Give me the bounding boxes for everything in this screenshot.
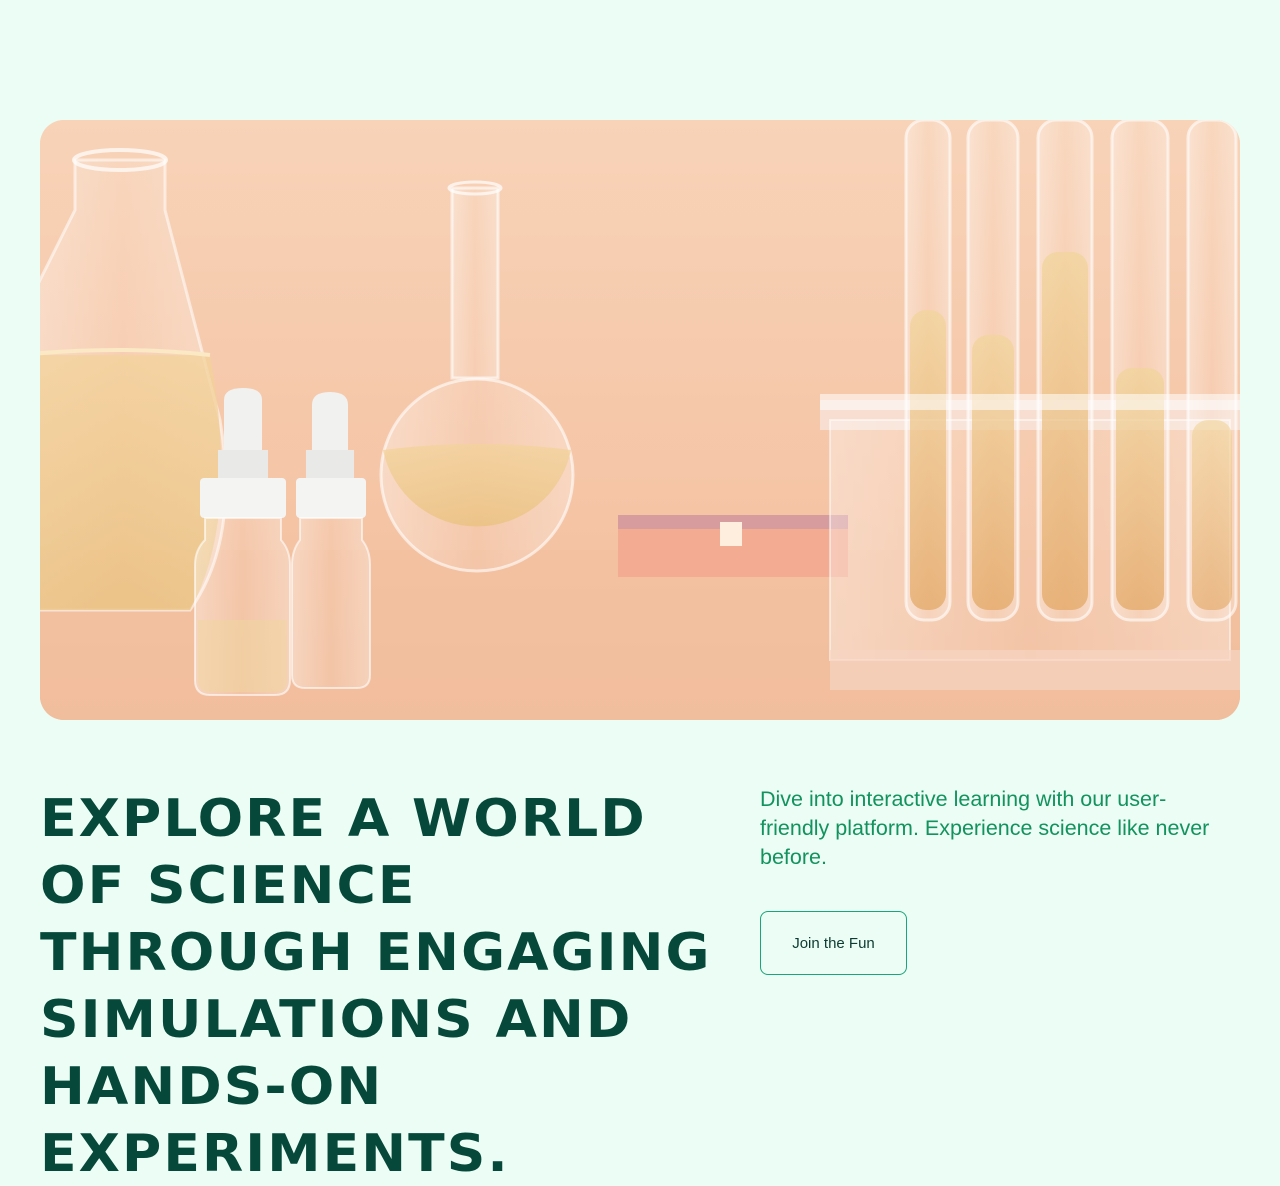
hero-headline: Explore a world of science through engag… xyxy=(40,789,712,1184)
hero-description: Dive into interactive learning with our … xyxy=(760,787,1210,869)
hero-section: Explore a world of science through engag… xyxy=(0,0,1280,1186)
join-the-fun-button[interactable]: Join the Fun xyxy=(760,911,907,975)
lab-glassware-illustration xyxy=(40,120,1240,720)
hero-image xyxy=(40,120,1240,720)
pink-block-icon xyxy=(618,515,848,577)
